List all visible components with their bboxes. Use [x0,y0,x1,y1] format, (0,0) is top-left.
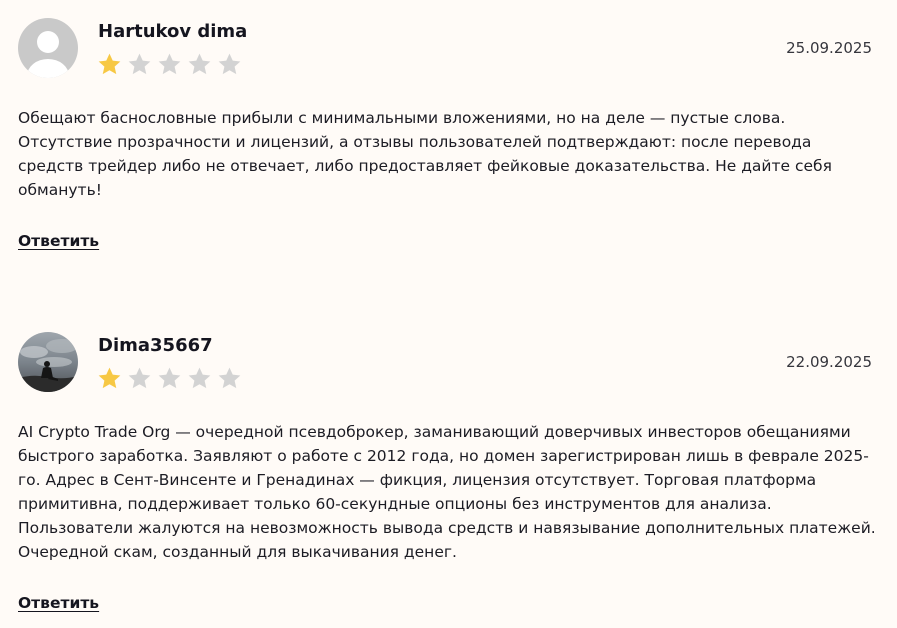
star-empty-icon [158,367,181,389]
review-author: Dima35667 [98,335,213,356]
star-empty-icon [158,53,181,75]
default-avatar-icon [18,18,78,78]
star-empty-icon [128,53,151,75]
review-date: 25.09.2025 [786,39,872,57]
star-empty-icon [188,367,211,389]
review-date: 22.09.2025 [786,353,872,371]
star-empty-icon [128,367,151,389]
star-filled-icon [98,367,121,389]
star-filled-icon [98,53,121,75]
star-empty-icon [188,53,211,75]
star-empty-icon [218,367,241,389]
review-text: Обещают баснословные прибыли с минимальн… [18,109,832,199]
reply-link[interactable]: Ответить [18,232,99,250]
review-text: AI Crypto Trade Org — очередной псевдобр… [18,423,876,561]
star-rating [97,52,242,77]
star-rating [97,366,242,391]
user-photo-avatar [18,332,78,392]
reply-link[interactable]: Ответить [18,594,99,612]
review-author: Hartukov dima [98,21,248,42]
star-empty-icon [218,53,241,75]
